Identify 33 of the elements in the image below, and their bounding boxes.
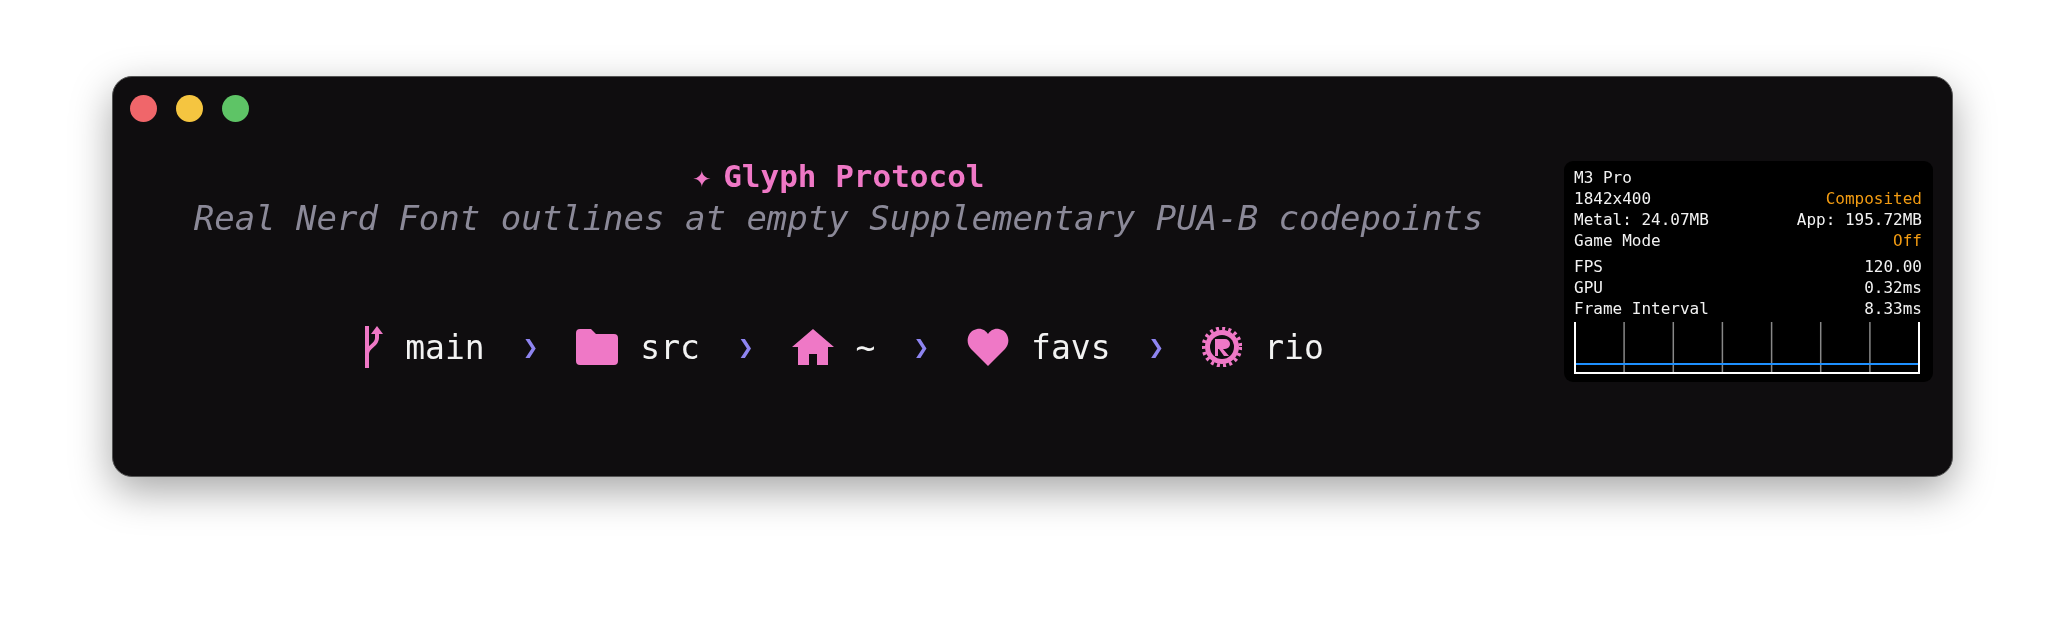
folder-icon [576, 329, 619, 365]
stat-value: 8.33ms [1864, 298, 1922, 319]
stat-value: 0.32ms [1864, 277, 1922, 298]
branch-icon [363, 324, 384, 370]
stat-value: Off [1893, 230, 1922, 251]
stat-value: Composited [1825, 188, 1922, 209]
sparkle-icon: ✦ [692, 158, 712, 194]
path-segment[interactable]: rio [1264, 327, 1324, 367]
path-segment[interactable]: favs [1031, 327, 1111, 367]
zoom-button[interactable] [222, 95, 249, 122]
subtitle: Real Nerd Font outlines at empty Supplementary PUA-B codepoints [193, 198, 1484, 238]
path-segment[interactable]: src [640, 327, 700, 367]
stat-label: Frame Interval [1574, 298, 1709, 319]
chevron-icon: ❯ [913, 332, 930, 362]
stat-value: 120.00 [1864, 256, 1922, 277]
path-segment[interactable]: main [405, 327, 485, 367]
app-title: Glyph Protocol [723, 158, 985, 194]
stat-label: M3 Pro [1574, 167, 1632, 188]
stat-value: App: 195.72MB [1796, 209, 1922, 230]
stat-label: FPS [1574, 256, 1603, 277]
heart-icon [967, 328, 1010, 366]
stat-label: Metal: 24.07MB [1574, 209, 1709, 230]
path-segment[interactable]: ~ [855, 327, 876, 367]
chevron-icon: ❯ [1148, 332, 1165, 362]
chevron-icon: ❯ [522, 332, 539, 362]
gear-icon [1202, 327, 1243, 367]
minimize-button[interactable] [176, 95, 203, 122]
stat-label: Game Mode [1574, 230, 1661, 251]
chevron-icon: ❯ [737, 332, 754, 362]
stat-label: 1842x400 [1574, 188, 1652, 209]
stat-label: GPU [1574, 277, 1603, 298]
close-button[interactable] [130, 95, 157, 122]
home-icon [791, 329, 834, 365]
